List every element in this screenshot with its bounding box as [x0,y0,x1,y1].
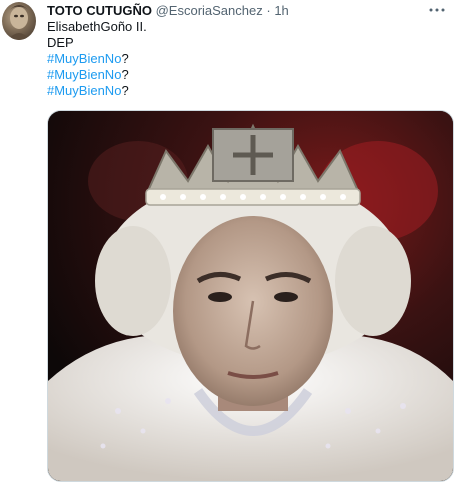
timestamp[interactable]: 1h [274,3,288,18]
hashtag-line: #MuyBienNo? [47,67,147,83]
text-line-content: DEP [47,35,74,50]
avatar-image [8,5,30,40]
text-line: ElisabethGoño II. [47,19,147,35]
more-icon[interactable] [424,0,450,20]
hashtag-suffix: ? [121,51,129,66]
tweet[interactable]: TOTO CUTUGÑO @EscoriaSanchez · 1h Elisab… [0,0,460,487]
tweet-text: ElisabethGoño II. DEP #MuyBienNo? #MuyBi… [47,19,147,99]
avatar[interactable] [2,2,36,40]
author-name[interactable]: TOTO CUTUGÑO [47,3,152,18]
hashtag-suffix: ? [121,83,129,98]
tweet-header: TOTO CUTUGÑO @EscoriaSanchez · 1h [47,3,289,18]
tweet-media-image[interactable] [47,110,454,482]
text-line: DEP [47,35,147,51]
ellipsis-icon [429,8,445,12]
crowned-portrait-image [48,111,453,481]
hashtag-link[interactable]: #MuyBienNo [47,51,121,66]
hashtag-suffix: ? [121,67,129,82]
author-handle[interactable]: @EscoriaSanchez [156,3,263,18]
hashtag-line: #MuyBienNo? [47,83,147,99]
hashtag-link[interactable]: #MuyBienNo [47,67,121,82]
text-line-content: ElisabethGoño II. [47,19,147,34]
hashtag-link[interactable]: #MuyBienNo [47,83,121,98]
hashtag-line: #MuyBienNo? [47,51,147,67]
separator-dot: · [266,3,271,18]
